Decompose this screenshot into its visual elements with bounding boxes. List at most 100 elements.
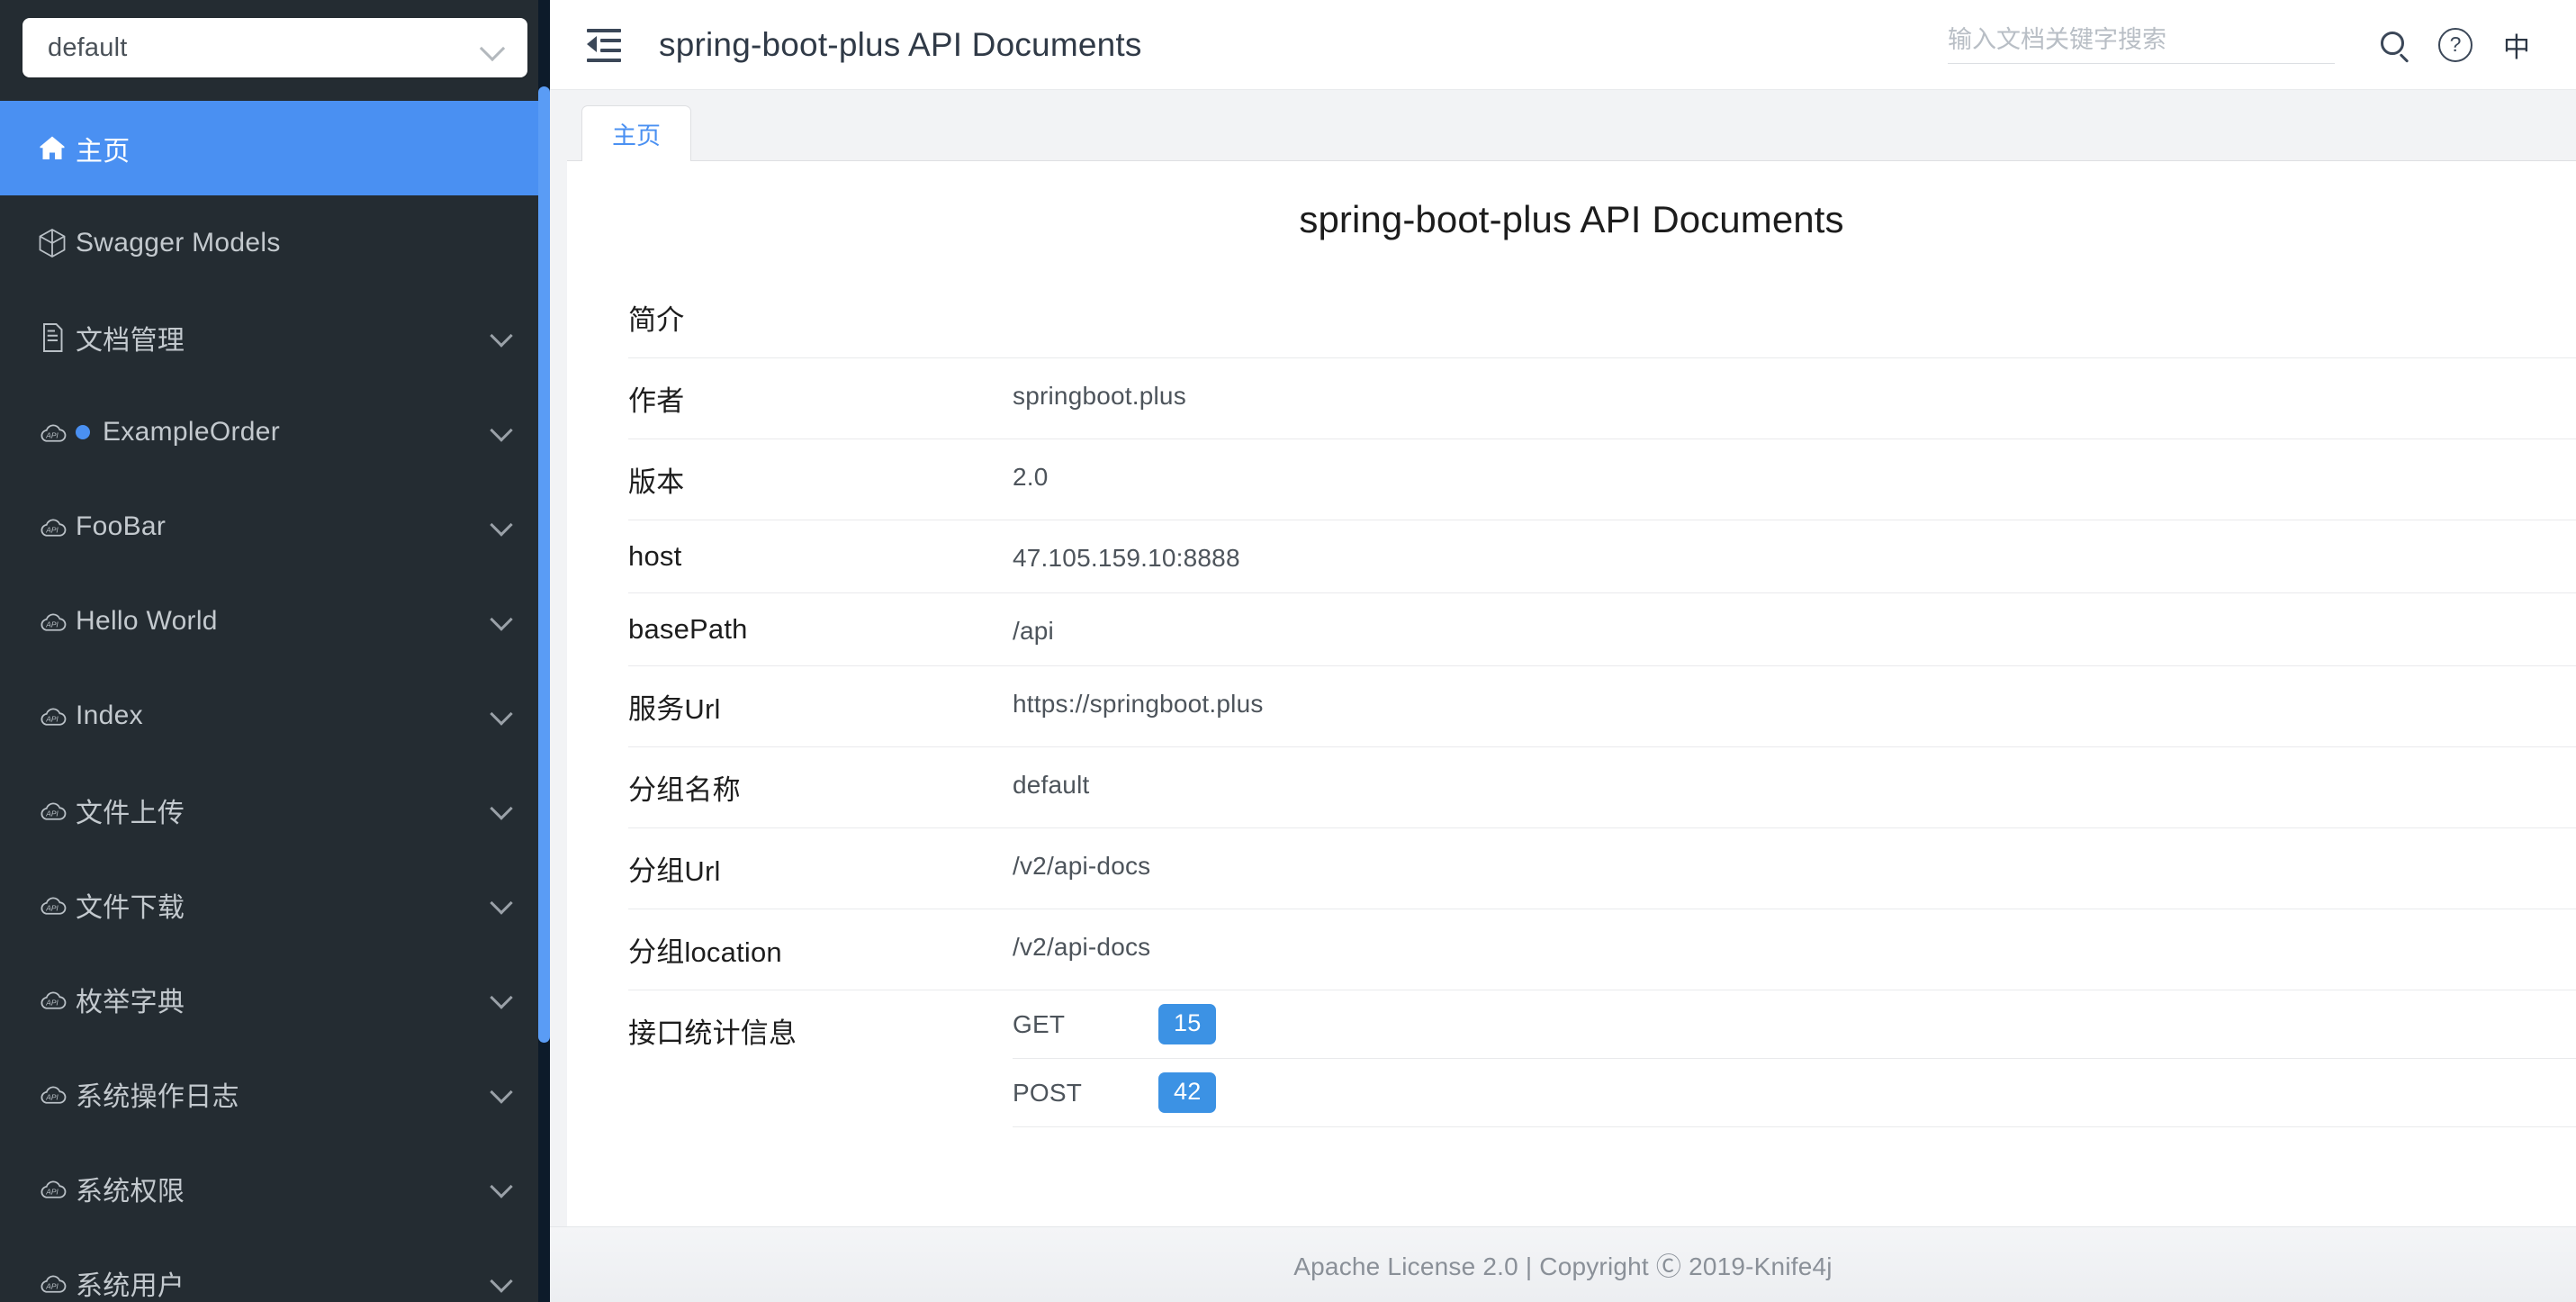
chevron-down-icon[interactable] bbox=[492, 1082, 512, 1102]
top-bar: spring-boot-plus API Documents ? 中 bbox=[550, 0, 2576, 90]
api-cloud-icon: API bbox=[36, 416, 76, 448]
chevron-down-icon[interactable] bbox=[492, 515, 512, 535]
sidebar-item-2[interactable]: 文档管理 bbox=[0, 290, 550, 384]
api-cloud-icon: API bbox=[36, 605, 76, 637]
tab-label: 主页 bbox=[612, 122, 661, 149]
page-title: spring-boot-plus API Documents bbox=[659, 25, 1142, 63]
status-badge: 42 bbox=[1158, 1071, 1217, 1114]
stats-row: GET 15 bbox=[1013, 990, 2576, 1059]
chevron-down-icon[interactable] bbox=[492, 326, 512, 346]
sidebar-item-label: 文件上传 bbox=[76, 798, 185, 828]
api-cloud-icon: API bbox=[36, 1172, 76, 1205]
sidebar-item-12[interactable]: API 系统用户 bbox=[0, 1235, 550, 1302]
main-region: spring-boot-plus API Documents ? 中 bbox=[550, 0, 2576, 1302]
svg-text:API: API bbox=[45, 525, 59, 534]
group-select-wrapper: default bbox=[0, 0, 550, 77]
app-root: default 主页 Swagger Models 文档管理 API ExampleOr… bbox=[0, 0, 2576, 1302]
tab-home[interactable]: 主页 bbox=[581, 105, 691, 161]
chevron-down-icon bbox=[481, 36, 504, 59]
chevron-down-icon[interactable] bbox=[492, 420, 512, 440]
sidebar-scrollbar-track[interactable] bbox=[538, 0, 550, 1302]
sidebar-item-7[interactable]: API 文件上传 bbox=[0, 763, 550, 857]
document-heading: spring-boot-plus API Documents bbox=[1299, 198, 1844, 240]
chevron-down-icon[interactable] bbox=[492, 704, 512, 724]
sidebar-item-label: 文件下载 bbox=[76, 892, 185, 923]
info-key: 简介 bbox=[628, 304, 685, 336]
document-panel: spring-boot-plus API Documents 简介作者 sprin… bbox=[567, 161, 2576, 1226]
sidebar-menu: 主页 Swagger Models 文档管理 API ExampleOrder API Fo… bbox=[0, 101, 550, 1302]
api-group-select[interactable]: default bbox=[23, 18, 527, 77]
api-cloud-icon: API bbox=[36, 700, 76, 732]
info-key: 分组名称 bbox=[628, 774, 741, 806]
sidebar-item-label: 系统操作日志 bbox=[76, 1081, 239, 1112]
info-key: 服务Url bbox=[628, 693, 721, 725]
language-label: 中 bbox=[2503, 32, 2530, 63]
sidebar-item-9[interactable]: API 枚举字典 bbox=[0, 952, 550, 1046]
table-row: 服务Url https://springboot.plus bbox=[628, 666, 2576, 747]
tab-bar: 主页 bbox=[567, 105, 2576, 161]
chevron-down-icon[interactable] bbox=[492, 893, 512, 913]
http-method-label: GET bbox=[1013, 1009, 1066, 1038]
chevron-down-icon[interactable] bbox=[492, 610, 512, 629]
sidebar-item-0[interactable]: 主页 bbox=[0, 101, 550, 195]
sidebar-scrollbar-thumb[interactable] bbox=[538, 86, 550, 1043]
info-key: 作者 bbox=[628, 385, 685, 417]
table-row: basePath/api bbox=[628, 593, 2576, 666]
svg-text:API: API bbox=[45, 1281, 59, 1290]
group-select-value: default bbox=[48, 32, 128, 62]
sidebar-item-label: 枚举字典 bbox=[76, 987, 185, 1017]
footer: Apache License 2.0 | Copyright Ⓒ 2019-Kn… bbox=[550, 1226, 2576, 1302]
sidebar-item-3[interactable]: API ExampleOrder bbox=[0, 384, 550, 479]
info-value: 47.105.159.10:8888 bbox=[1013, 544, 1240, 572]
sidebar-item-label: Swagger Models bbox=[76, 227, 281, 258]
info-value: /v2/api-docs bbox=[1013, 933, 1151, 961]
api-cloud-icon: API bbox=[36, 1267, 76, 1299]
table-row: 分组名称 default bbox=[628, 747, 2576, 828]
info-key: host bbox=[628, 540, 682, 572]
chevron-down-icon[interactable] bbox=[492, 1271, 512, 1291]
interface-stats-table: GET 15 POST 42 bbox=[1013, 990, 2576, 1127]
svg-text:API: API bbox=[45, 1092, 59, 1101]
table-row: 分组Url/v2/api-docs bbox=[628, 828, 2576, 909]
api-info-table: 简介作者 springboot.plus 版本 2.0 host 47.105.159.1… bbox=[628, 277, 2576, 1127]
content-area: 主页 spring-boot-plus API Documents 简介 作者 sp… bbox=[550, 90, 2576, 1226]
footer-text: Apache License 2.0 | Copyright Ⓒ 2019-Kn… bbox=[1293, 1252, 1833, 1280]
info-value: springboot.plus bbox=[1013, 382, 1186, 410]
chevron-down-icon[interactable] bbox=[492, 988, 512, 1008]
svg-text:API: API bbox=[45, 714, 59, 723]
info-key: 接口统计信息 bbox=[628, 1017, 797, 1049]
info-value: /v2/api-docs bbox=[1013, 852, 1151, 880]
api-cloud-icon: API bbox=[36, 889, 76, 921]
sidebar-item-6[interactable]: API Index bbox=[0, 668, 550, 763]
svg-text:API: API bbox=[45, 903, 59, 912]
http-method-label: POST bbox=[1013, 1078, 1083, 1107]
sidebar: default 主页 Swagger Models 文档管理 API ExampleOr… bbox=[0, 0, 550, 1302]
chevron-down-icon[interactable] bbox=[492, 1177, 512, 1197]
chevron-down-icon[interactable] bbox=[492, 799, 512, 818]
http-method-count-cell: 15 bbox=[1158, 1003, 2576, 1045]
sidebar-item-10[interactable]: API 系统操作日志 bbox=[0, 1046, 550, 1141]
question-mark-icon[interactable]: ? bbox=[2430, 20, 2481, 70]
info-value: /api bbox=[1013, 617, 1054, 645]
table-row: 版本 2.0 bbox=[628, 439, 2576, 520]
language-switch-button[interactable]: 中 bbox=[2491, 20, 2542, 70]
sidebar-item-5[interactable]: API Hello World bbox=[0, 574, 550, 668]
sidebar-item-8[interactable]: API 文件下载 bbox=[0, 857, 550, 952]
sidebar-item-1[interactable]: Swagger Models bbox=[0, 195, 550, 290]
search-input[interactable] bbox=[1948, 25, 2335, 54]
sidebar-item-label: Hello World bbox=[76, 605, 218, 636]
info-key: 分组location bbox=[628, 936, 782, 968]
sidebar-item-label: 系统权限 bbox=[76, 1176, 185, 1207]
sidebar-item-label: 系统用户 bbox=[76, 1270, 185, 1301]
api-cloud-icon: API bbox=[36, 794, 76, 827]
http-method-count-cell: 42 bbox=[1158, 1071, 2576, 1114]
sidebar-item-4[interactable]: API FooBar bbox=[0, 479, 550, 574]
stats-cell: GET 15 POST 42 bbox=[1013, 990, 2576, 1127]
search-field-wrapper bbox=[1948, 25, 2335, 64]
sidebar-item-11[interactable]: API 系统权限 bbox=[0, 1141, 550, 1235]
sidebar-item-label: 文档管理 bbox=[76, 325, 185, 356]
collapse-menu-icon[interactable] bbox=[583, 24, 625, 66]
table-row: 简介 bbox=[628, 277, 2576, 358]
search-icon[interactable] bbox=[2369, 20, 2419, 70]
svg-text:API: API bbox=[45, 430, 59, 439]
